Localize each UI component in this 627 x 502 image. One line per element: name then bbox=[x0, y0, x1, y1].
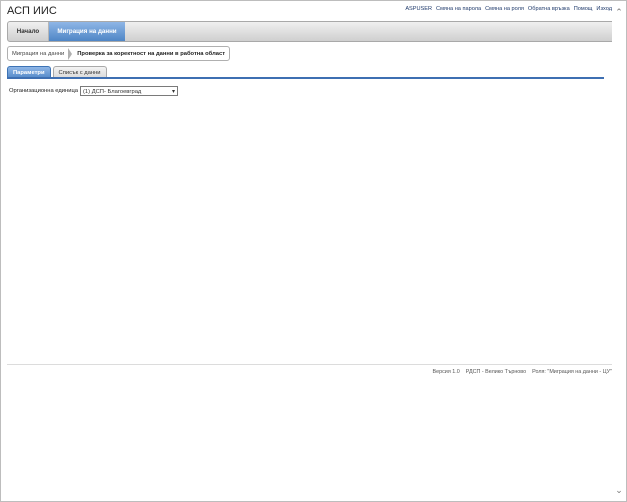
org-unit-row: Организационна единица (1) ДСП- Благоевг… bbox=[9, 86, 178, 96]
app-title: АСП ИИС bbox=[7, 5, 57, 17]
footer-divider bbox=[7, 364, 614, 365]
nav-home[interactable]: Начало bbox=[8, 22, 49, 41]
help-link[interactable]: Помощ bbox=[574, 6, 593, 12]
org-unit-value: (1) ДСП- Благоевград bbox=[83, 89, 142, 95]
main-navbar: Начало Миграция на данни bbox=[7, 21, 616, 42]
chevron-down-icon: ▾ bbox=[171, 89, 175, 95]
logout-link[interactable]: Изход bbox=[596, 6, 612, 12]
footer-role: Роля: "Миграция на данни - ЦУ" bbox=[532, 369, 612, 375]
app-window: АСП ИИС ASPUSER Смяна на парола Смяна на… bbox=[0, 0, 627, 502]
chevron-down-icon[interactable]: ⌄ bbox=[614, 485, 624, 495]
chevron-up-icon[interactable]: ⌃ bbox=[614, 7, 624, 17]
breadcrumb-parent[interactable]: Миграция на данни bbox=[8, 51, 68, 57]
feedback-link[interactable]: Обратна връзка bbox=[528, 6, 570, 12]
footer-office: РДСП - Велико Търново bbox=[465, 369, 527, 375]
nav-data-migration[interactable]: Миграция на данни bbox=[49, 22, 125, 41]
breadcrumb-separator-icon bbox=[68, 47, 73, 60]
change-password-link[interactable]: Смяна на парола bbox=[436, 6, 481, 12]
org-unit-select[interactable]: (1) ДСП- Благоевград ▾ bbox=[80, 86, 178, 96]
tab-divider bbox=[7, 77, 604, 79]
user-link[interactable]: ASPUSER bbox=[405, 6, 432, 12]
footer: Версия 1.0 РДСП - Велико Търново Роля: "… bbox=[433, 369, 612, 375]
org-unit-label: Организационна единица bbox=[9, 88, 78, 94]
breadcrumb-current: Проверка за коректност на данни в работн… bbox=[77, 50, 226, 57]
vertical-scrollbar[interactable]: ⌃ ⌄ bbox=[612, 1, 626, 501]
top-links: ASPUSER Смяна на парола Смяна на роля Об… bbox=[405, 6, 612, 12]
change-role-link[interactable]: Смяна на роля bbox=[485, 6, 524, 12]
footer-version: Версия 1.0 bbox=[432, 369, 460, 375]
breadcrumb: Миграция на данни Проверка за коректност… bbox=[7, 46, 231, 61]
